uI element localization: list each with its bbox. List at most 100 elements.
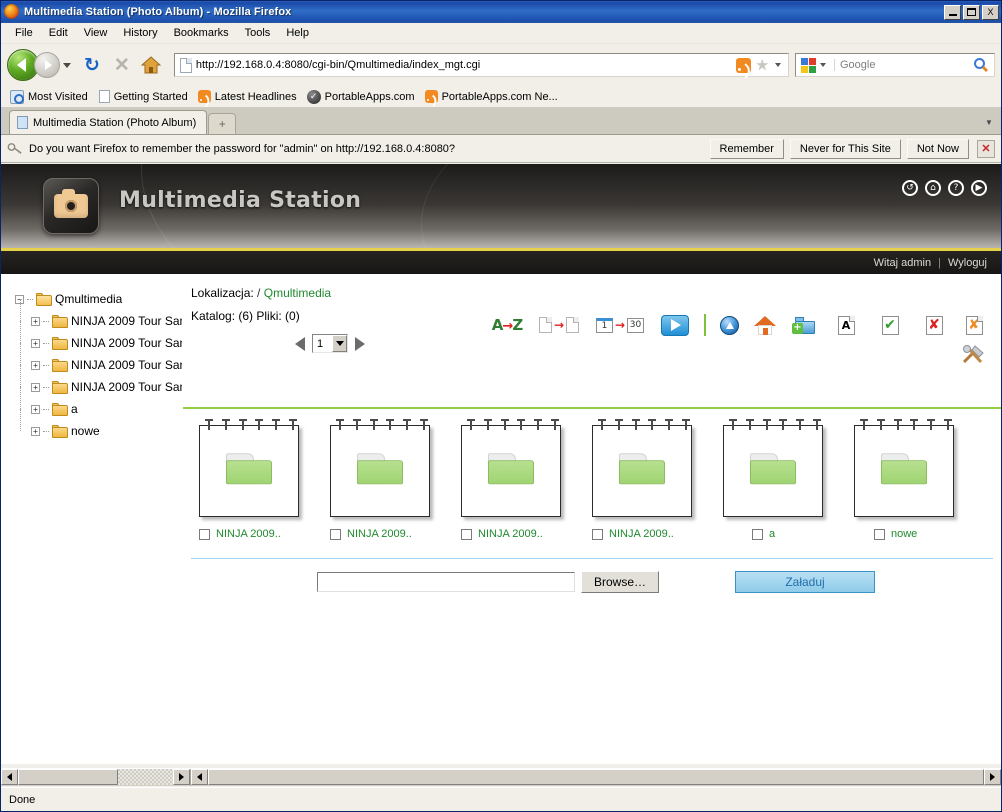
upload-button[interactable] <box>713 312 746 338</box>
tree-node-ninja-1[interactable]: + NINJA 2009 Tour Sam <box>20 299 182 333</box>
tree-toggle-icon[interactable]: + <box>31 426 40 436</box>
select-all-button[interactable]: ✔ <box>868 312 912 338</box>
tree-toggle-icon[interactable]: + <box>31 382 40 392</box>
inner-frame-scrollbar[interactable] <box>1 769 191 786</box>
tree-node-ninja-2[interactable]: + NINJA 2009 Tour San <box>20 321 182 355</box>
page-select[interactable]: 1 <box>312 334 348 353</box>
sort-alphabetical-button[interactable]: A→Z <box>483 312 531 338</box>
reload-icon[interactable]: ↻ <box>78 55 106 75</box>
thumbnail-item[interactable]: a <box>715 419 846 540</box>
tree-toggle-icon[interactable]: + <box>31 316 40 326</box>
tree-toggle-icon[interactable]: + <box>31 338 40 348</box>
refresh-icon[interactable]: ↺ <box>902 180 918 196</box>
thumbnail-item[interactable]: NINJA 2009.. <box>584 419 715 540</box>
tree-node-root[interactable]: − Qmultimedia <box>15 288 182 310</box>
menu-edit[interactable]: Edit <box>41 25 76 41</box>
home-icon[interactable] <box>140 56 162 74</box>
thumbnail-label[interactable]: NINJA 2009.. <box>609 528 674 540</box>
thumbnail-checkbox[interactable] <box>752 528 763 540</box>
new-tab-button[interactable]: + <box>208 113 237 134</box>
scroll-left-button[interactable] <box>191 769 208 785</box>
search-engine-dropdown-icon[interactable] <box>820 63 826 67</box>
copy-page-button[interactable]: → <box>531 312 587 338</box>
menu-history[interactable]: History <box>115 25 165 41</box>
google-engine-icon[interactable] <box>801 57 816 73</box>
history-dropdown-icon[interactable] <box>63 62 71 68</box>
stop-icon[interactable]: ✕ <box>108 56 136 75</box>
tree-toggle-icon[interactable]: + <box>31 360 40 370</box>
rename-button[interactable]: A <box>824 312 868 338</box>
items-per-page-button[interactable]: 1 → 30 <box>587 312 653 338</box>
scroll-right-button[interactable] <box>173 769 190 785</box>
scroll-left-button[interactable] <box>1 769 18 785</box>
not-now-button[interactable]: Not Now <box>906 138 969 159</box>
next-page-icon[interactable] <box>355 336 365 351</box>
home-icon[interactable]: ⌂ <box>925 180 941 196</box>
tree-toggle-icon[interactable]: + <box>31 404 40 414</box>
thumbnail-card[interactable] <box>592 419 692 517</box>
tree-node-ninja-3[interactable]: + NINJA 2009 Tour San <box>20 343 182 377</box>
delete-selected-button[interactable]: ✘ <box>912 312 956 338</box>
bookmark-most-visited[interactable]: Most Visited <box>7 89 95 105</box>
bookmark-star-icon[interactable]: ★ <box>756 56 769 74</box>
thumbnail-checkbox[interactable] <box>592 528 603 540</box>
menu-view[interactable]: View <box>76 25 116 41</box>
close-button[interactable]: X <box>982 4 999 20</box>
scroll-track[interactable] <box>208 769 984 785</box>
breadcrumb-current[interactable]: Qmultimedia <box>264 286 331 300</box>
tab-multimedia-station[interactable]: Multimedia Station (Photo Album) <box>9 110 208 134</box>
thumbnail-card[interactable] <box>723 419 823 517</box>
thumbnail-card[interactable] <box>854 419 954 517</box>
play-icon[interactable]: ▶ <box>971 180 987 196</box>
slideshow-button[interactable] <box>653 312 697 338</box>
search-input[interactable]: Google <box>834 59 973 71</box>
search-magnifier-icon[interactable] <box>973 57 989 73</box>
thumbnail-item[interactable]: nowe <box>846 419 977 540</box>
remember-password-button[interactable]: Remember <box>709 138 784 159</box>
thumbnail-label[interactable]: NINJA 2009.. <box>347 528 412 540</box>
thumbnail-item[interactable]: NINJA 2009.. <box>453 419 584 540</box>
thumbnail-card[interactable] <box>330 419 430 517</box>
thumbnail-label[interactable]: NINJA 2009.. <box>216 528 281 540</box>
scroll-track[interactable] <box>18 769 173 785</box>
thumbnail-card[interactable] <box>199 419 299 517</box>
delete-file-button[interactable]: ✘ <box>956 312 992 338</box>
help-icon[interactable]: ? <box>948 180 964 196</box>
upload-submit-button[interactable]: Załaduj <box>735 571 876 593</box>
close-notification-icon[interactable]: ✕ <box>977 139 995 158</box>
menu-file[interactable]: File <box>7 25 41 41</box>
logout-link[interactable]: Wyloguj <box>948 257 987 269</box>
bookmark-getting-started[interactable]: Getting Started <box>95 89 195 104</box>
page-horizontal-scrollbar[interactable] <box>191 769 1001 786</box>
chevron-down-icon[interactable] <box>332 335 347 352</box>
thumbnail-checkbox[interactable] <box>874 528 885 540</box>
thumbnail-checkbox[interactable] <box>461 528 472 540</box>
thumbnail-item[interactable]: NINJA 2009.. <box>191 419 322 540</box>
forward-button-icon[interactable] <box>34 52 60 78</box>
tree-node-ninja-4[interactable]: + NINJA 2009 Tour San <box>20 365 182 399</box>
bookmark-portableapps[interactable]: ✓ PortableApps.com <box>304 89 422 105</box>
thumbnail-label[interactable]: NINJA 2009.. <box>478 528 543 540</box>
menu-help[interactable]: Help <box>278 25 317 41</box>
list-all-tabs-icon[interactable]: ▼ <box>981 113 997 131</box>
url-bar[interactable]: http://192.168.0.4:8080/cgi-bin/Qmultime… <box>173 53 789 77</box>
prev-page-icon[interactable] <box>295 336 305 351</box>
thumbnail-checkbox[interactable] <box>199 528 210 540</box>
thumbnail-checkbox[interactable] <box>330 528 341 540</box>
menu-tools[interactable]: Tools <box>237 25 279 41</box>
tree-node-nowe[interactable]: + nowe <box>20 409 182 442</box>
browse-button[interactable]: Browse… <box>581 571 660 593</box>
search-bar[interactable]: Google <box>795 53 995 77</box>
thumbnail-label[interactable]: a <box>769 528 775 540</box>
bookmark-latest-headlines[interactable]: Latest Headlines <box>195 89 304 104</box>
thumbnail-item[interactable]: NINJA 2009.. <box>322 419 453 540</box>
bookmark-portableapps-news[interactable]: PortableApps.com Ne... <box>422 89 565 104</box>
thumbnail-card[interactable] <box>461 419 561 517</box>
scroll-right-button[interactable] <box>984 769 1001 785</box>
minimize-button[interactable] <box>944 4 961 20</box>
never-for-this-site-button[interactable]: Never for This Site <box>789 138 901 159</box>
url-dropdown-icon[interactable] <box>775 63 781 67</box>
menu-bookmarks[interactable]: Bookmarks <box>166 25 237 41</box>
new-folder-button[interactable]: + <box>784 312 824 338</box>
settings-button[interactable] <box>961 344 985 369</box>
